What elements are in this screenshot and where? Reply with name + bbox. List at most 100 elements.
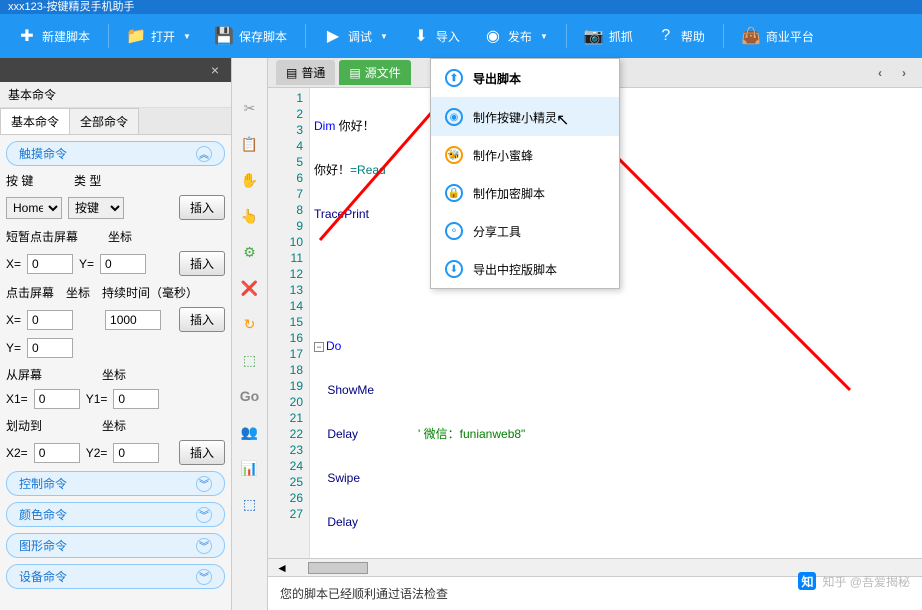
- folder-icon: 📁: [127, 27, 145, 45]
- debug-label: 调试: [348, 28, 372, 45]
- y2-label: Y2=: [86, 446, 108, 460]
- nav-next-icon[interactable]: ›: [894, 62, 914, 84]
- line-gutter: 1234567891011121314151617181920212223242…: [268, 88, 310, 558]
- tool-icon-5[interactable]: ⚙: [240, 242, 260, 262]
- fold-icon[interactable]: −: [314, 342, 324, 352]
- panel-tab-header: ×: [0, 58, 231, 82]
- menu-make-bee[interactable]: 🐝制作小蜜蜂: [431, 136, 619, 174]
- doc-icon: ▤: [349, 66, 360, 80]
- help-button[interactable]: ?帮助: [647, 21, 715, 51]
- expand-icon: ︾: [196, 569, 212, 585]
- device-cmd-header[interactable]: 设备命令︾: [6, 564, 225, 589]
- type-label: 类 型: [74, 172, 110, 189]
- x-label-2: X=: [6, 313, 21, 327]
- nav-prev-icon[interactable]: ‹: [870, 62, 890, 84]
- save-button[interactable]: 💾保存脚本: [205, 21, 297, 51]
- export-icon: ⬆: [445, 69, 463, 87]
- market-button[interactable]: 👜商业平台: [732, 21, 824, 51]
- close-icon[interactable]: ×: [211, 62, 219, 78]
- play-icon: ▶: [324, 27, 342, 45]
- publish-button[interactable]: ◉发布▼: [474, 21, 558, 51]
- import-button[interactable]: ⬇ 导入: [402, 21, 470, 51]
- tool-icon-2[interactable]: 📋: [240, 134, 260, 154]
- watermark: 知知乎 @吾爱揭秘: [798, 572, 910, 590]
- tool-icon-9[interactable]: Go: [240, 386, 260, 406]
- tab-source[interactable]: ▤源文件: [339, 60, 410, 85]
- x2-input[interactable]: [34, 443, 80, 463]
- market-label: 商业平台: [766, 28, 814, 45]
- y-label: Y=: [79, 257, 94, 271]
- import-label: 导入: [436, 28, 460, 45]
- collapse-icon: ︽: [196, 146, 212, 162]
- x1-input[interactable]: [34, 389, 80, 409]
- menu-make-encrypted[interactable]: 🔒制作加密脚本: [431, 174, 619, 212]
- save-label: 保存脚本: [239, 28, 287, 45]
- from-screen-label: 从屏幕: [6, 366, 42, 383]
- publish-label: 发布: [508, 28, 532, 45]
- share-icon: ⚬: [445, 222, 463, 240]
- main-toolbar: ✚新建脚本 📁打开▼ 💾保存脚本 ▶调试▼ ⬇导入 ◉发布▼ 📷抓抓 ?帮助 👜…: [0, 14, 922, 58]
- expand-icon: ︾: [196, 507, 212, 523]
- control-cmd-header[interactable]: 控制命令︾: [6, 471, 225, 496]
- panel-title: 基本命令: [0, 82, 231, 108]
- duration-label: 持续时间（毫秒）: [102, 284, 198, 301]
- menu-title: ⬆导出脚本: [431, 59, 619, 98]
- menu-make-wizard[interactable]: ◉制作按键小精灵: [431, 98, 619, 136]
- open-label: 打开: [151, 28, 175, 45]
- open-button[interactable]: 📁打开▼: [117, 21, 201, 51]
- left-panel: × 基本命令 基本命令 全部命令 触摸命令︽ 按 键 类 型 Home 按键 插…: [0, 58, 232, 610]
- y1-label: Y1=: [86, 392, 108, 406]
- insert-button-1[interactable]: 插入: [179, 195, 225, 220]
- expand-icon: ︾: [196, 476, 212, 492]
- cursor-icon: ↖: [556, 110, 569, 130]
- y2-input[interactable]: [113, 443, 159, 463]
- expand-icon: ︾: [196, 538, 212, 554]
- menu-export-control[interactable]: ⬇导出中控版脚本: [431, 250, 619, 288]
- tool-icon-3[interactable]: ✋: [240, 170, 260, 190]
- insert-button-4[interactable]: 插入: [179, 440, 225, 465]
- tab-normal[interactable]: ▤普通: [276, 60, 335, 85]
- tool-icon-8[interactable]: ⬚: [240, 350, 260, 370]
- bee-icon: 🐝: [445, 146, 463, 164]
- duration-input[interactable]: [105, 310, 161, 330]
- publish-icon: ◉: [484, 27, 502, 45]
- capture-button[interactable]: 📷抓抓: [575, 21, 643, 51]
- y1-input[interactable]: [113, 389, 159, 409]
- plus-icon: ✚: [18, 27, 36, 45]
- camera-icon: 📷: [585, 27, 603, 45]
- x-input-2[interactable]: [27, 310, 73, 330]
- insert-button-2[interactable]: 插入: [179, 251, 225, 276]
- publish-dropdown-menu: ⬆导出脚本 ◉制作按键小精灵 🐝制作小蜜蜂 🔒制作加密脚本 ⚬分享工具 ⬇导出中…: [430, 58, 620, 289]
- tool-icon-1[interactable]: ✂: [240, 98, 260, 118]
- x1-label: X1=: [6, 392, 28, 406]
- tool-icon-7[interactable]: ↻: [240, 314, 260, 334]
- tool-icon-11[interactable]: 📊: [240, 458, 260, 478]
- y-input-2[interactable]: [27, 338, 73, 358]
- insert-button-3[interactable]: 插入: [179, 307, 225, 332]
- tool-icon-6[interactable]: ❌: [240, 278, 260, 298]
- tab-basic-cmd[interactable]: 基本命令: [0, 108, 70, 134]
- tab-all-cmd[interactable]: 全部命令: [69, 108, 139, 134]
- menu-share-tool[interactable]: ⚬分享工具: [431, 212, 619, 250]
- y-input[interactable]: [100, 254, 146, 274]
- color-cmd-header[interactable]: 颜色命令︾: [6, 502, 225, 527]
- x-input[interactable]: [27, 254, 73, 274]
- import-icon: ⬇: [412, 27, 430, 45]
- tool-icon-12[interactable]: ⬚: [240, 494, 260, 514]
- swipe-to-label: 划动到: [6, 417, 42, 434]
- touch-cmd-header[interactable]: 触摸命令︽: [6, 141, 225, 166]
- coord-label-4: 坐标: [102, 417, 126, 434]
- home-select[interactable]: Home: [6, 197, 62, 219]
- y-label-2: Y=: [6, 341, 21, 355]
- new-script-button[interactable]: ✚新建脚本: [8, 21, 100, 51]
- tap-screen-label: 点击屏幕: [6, 284, 54, 301]
- help-icon: ?: [657, 27, 675, 45]
- keytype-select[interactable]: 按键: [68, 197, 124, 219]
- doc-icon: ▤: [286, 66, 297, 80]
- tool-icon-4[interactable]: 👆: [240, 206, 260, 226]
- x-label: X=: [6, 257, 21, 271]
- debug-button[interactable]: ▶调试▼: [314, 21, 398, 51]
- graph-cmd-header[interactable]: 图形命令︾: [6, 533, 225, 558]
- coord-label-3: 坐标: [102, 366, 126, 383]
- tool-icon-10[interactable]: 👥: [240, 422, 260, 442]
